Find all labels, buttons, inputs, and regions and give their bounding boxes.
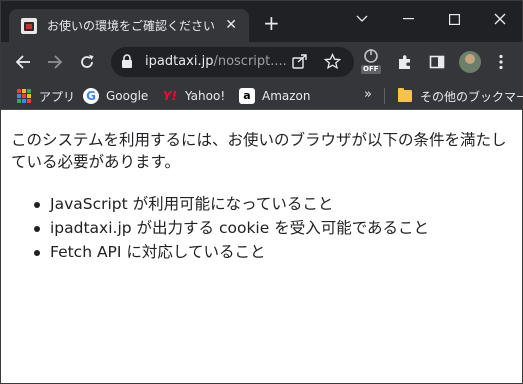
apps-grid-dot — [22, 89, 26, 93]
tab-close-icon[interactable]: ✕ — [225, 17, 237, 33]
url-host: ipadtaxi.jp — [145, 54, 214, 69]
bookmark-amazon[interactable]: a Amazon — [239, 87, 311, 105]
bookmark-google[interactable]: G Google — [83, 87, 148, 105]
active-tab[interactable]: お使いの環境をご確認ください ✕ — [9, 9, 249, 42]
bookmark-label: Google — [106, 89, 149, 103]
extension-toggle[interactable]: OFF — [361, 48, 383, 74]
reload-icon — [81, 55, 94, 68]
extensions-button[interactable] — [393, 50, 417, 74]
bookmark-star-icon[interactable] — [324, 53, 341, 70]
bookmarks-bar: アプリ G Google Y! Yahoo! a Amazon » その他のブッ… — [1, 82, 523, 110]
apps-grid-dot — [22, 94, 26, 98]
side-panel-icon — [429, 55, 445, 69]
side-panel-button[interactable] — [425, 50, 449, 74]
list-item: Fetch API に対応していること — [33, 240, 429, 264]
extension-off-badge: OFF — [361, 65, 381, 74]
google-icon: G — [83, 88, 99, 104]
maximize-icon — [448, 13, 460, 25]
menu-button[interactable] — [489, 50, 513, 74]
new-tab-button[interactable]: + — [263, 13, 280, 33]
arrow-right-icon — [48, 55, 63, 69]
bookmark-label: その他のブックマーク — [420, 89, 523, 104]
amazon-icon: a — [239, 88, 255, 104]
yahoo-icon: Y! — [162, 89, 178, 103]
url-text: ipadtaxi.jp/noscript.... — [145, 54, 287, 69]
bookmark-label: Yahoo! — [185, 89, 226, 103]
bookmark-label: Amazon — [262, 89, 311, 103]
requirements-list: JavaScript が利用可能になっていること ipadtaxi.jp が出力… — [33, 192, 429, 264]
share-icon[interactable] — [291, 53, 308, 70]
bookmark-yahoo[interactable]: Y! Yahoo! — [162, 87, 225, 105]
apps-grid-dot — [17, 94, 21, 98]
intro-text: このシステムを利用するには、お使いのブラウザが以下の条件を満たしている必要があり… — [11, 131, 507, 171]
bookmarks-divider — [384, 88, 385, 104]
bookmark-other-folder[interactable]: その他のブックマーク — [397, 87, 523, 105]
back-button[interactable] — [11, 50, 35, 74]
address-bar[interactable]: ipadtaxi.jp/noscript.... — [111, 47, 354, 77]
profile-avatar[interactable] — [459, 51, 481, 73]
close-window-button[interactable] — [477, 7, 523, 31]
apps-grid-dot — [27, 89, 31, 93]
close-icon — [494, 13, 506, 25]
bookmarks-overflow-button[interactable]: » — [364, 87, 372, 102]
apps-grid-dot — [27, 94, 31, 98]
list-item: ipadtaxi.jp が出力する cookie を受入可能であること — [33, 216, 429, 240]
browser-toolbar: ipadtaxi.jp/noscript.... OFF — [1, 42, 522, 82]
reload-button[interactable] — [75, 50, 99, 74]
apps-grid-icon — [16, 88, 32, 104]
url-path: /noscript.... — [213, 54, 287, 69]
bookmark-label: アプリ — [39, 89, 76, 104]
apps-grid-dot — [17, 89, 21, 93]
apps-grid-dot — [22, 99, 26, 103]
apps-grid-dot — [27, 99, 31, 103]
page-content: このシステムを利用するには、お使いのブラウザが以下の条件を満たしている必要があり… — [1, 111, 522, 383]
arrow-left-icon — [15, 55, 30, 69]
bookmark-apps[interactable]: アプリ — [16, 87, 75, 105]
apps-grid-dot — [17, 99, 21, 103]
site-favicon-icon — [21, 17, 37, 34]
extension-power-icon — [364, 49, 378, 63]
forward-button[interactable] — [43, 50, 67, 74]
list-item: JavaScript が利用可能になっていること — [33, 192, 429, 216]
lock-icon[interactable] — [121, 54, 133, 69]
folder-icon — [397, 88, 413, 104]
minimize-button[interactable] — [385, 7, 431, 31]
maximize-button[interactable] — [431, 7, 477, 31]
kebab-menu-icon — [499, 54, 503, 70]
puzzle-icon — [399, 55, 410, 69]
chevron-down-icon — [356, 15, 368, 22]
browser-window: お使いの環境をご確認ください ✕ + ipadtaxi.jp/noscript.… — [0, 0, 523, 384]
tab-search-button[interactable] — [339, 7, 385, 31]
tab-title: お使いの環境をご確認ください — [47, 19, 216, 33]
title-bar: お使いの環境をご確認ください ✕ + — [1, 1, 522, 42]
minimize-icon — [402, 18, 414, 20]
